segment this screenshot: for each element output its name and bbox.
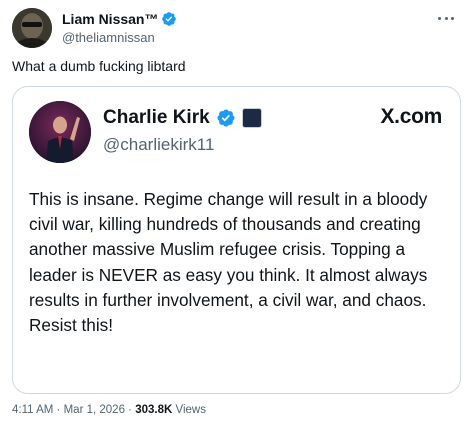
tweet: Liam Nissan™ @theliamnissan What a dumb … (0, 0, 470, 427)
post-time[interactable]: 4:11 AM (12, 404, 53, 416)
tweet-header: Liam Nissan™ @theliamnissan (12, 8, 458, 48)
quoted-verified-badge-icon (217, 109, 235, 127)
views-label: Views (175, 404, 206, 416)
quoted-handle[interactable]: @charliekirk11 (103, 135, 262, 155)
quoted-display-name[interactable]: Charlie Kirk (103, 107, 210, 129)
meta-separator: · (56, 404, 61, 416)
meta-separator: · (128, 404, 133, 416)
post-metadata: 4:11 AM · Mar 1, 2026 · 303.8K Views (12, 404, 206, 416)
quoted-post-text: This is insane. Regime change will resul… (29, 189, 428, 336)
author-names: Liam Nissan™ @theliamnissan (62, 10, 177, 45)
verified-badge-icon (162, 12, 177, 26)
tweet-text: What a dumb fucking libtard (12, 58, 186, 74)
quoted-author-avatar[interactable] (29, 101, 91, 163)
author-handle[interactable]: @theliamnissan (62, 30, 177, 45)
views-count: 303.8K (135, 404, 173, 416)
site-label: X.com (380, 105, 442, 128)
quoted-author-names: Charlie Kirk @charliekirk11 (103, 105, 262, 155)
post-date[interactable]: Mar 1, 2026 (64, 404, 125, 416)
author-avatar[interactable] (12, 8, 52, 48)
more-options-icon[interactable] (434, 10, 458, 26)
author-display-name[interactable]: Liam Nissan™ (62, 11, 158, 27)
quoted-post-card[interactable]: Charlie Kirk @charliekirk11 X.com This i… (12, 86, 461, 394)
affiliate-badge-icon[interactable] (241, 108, 262, 128)
